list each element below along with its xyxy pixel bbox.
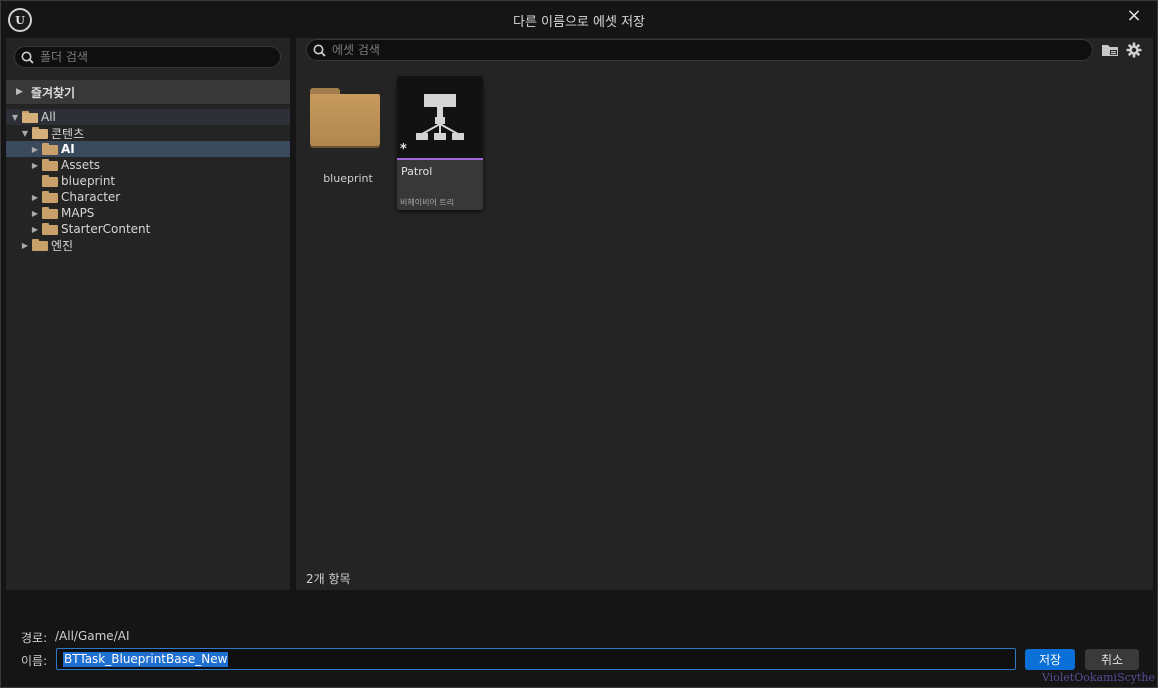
- expand-arrow-icon[interactable]: ▶: [16, 87, 23, 97]
- asset-tile-name: Patrol: [401, 165, 433, 178]
- path-label: 경로:: [21, 631, 48, 645]
- favorites-section[interactable]: ▶ 즐겨찾기: [6, 80, 290, 104]
- collapsed-arrow-icon[interactable]: ▶: [30, 225, 40, 234]
- tree-item-maps[interactable]: ▶ MAPS: [6, 205, 290, 221]
- folder-icon: [32, 239, 48, 251]
- save-asset-dialog: U 다른 이름으로 에셋 저장 × ▶ 즐겨찾기 ▼ All ▼: [0, 0, 1158, 688]
- collapsed-arrow-icon[interactable]: ▶: [30, 193, 40, 202]
- tree-item-blueprint[interactable]: blueprint: [6, 173, 290, 189]
- tree-item-label: Character: [61, 190, 121, 204]
- folder-tree: ▼ All ▼ 콘텐츠 ▶ AI ▶ Assets blueprint ▶ Ch…: [6, 109, 290, 253]
- tree-item-engine[interactable]: ▶ 엔진: [6, 237, 290, 253]
- asset-type-label: 비헤이비어 트리: [400, 198, 455, 207]
- tree-item-ai[interactable]: ▶ AI: [6, 141, 290, 157]
- tree-item-character[interactable]: ▶ Character: [6, 189, 290, 205]
- asset-tile-behavior-tree[interactable]: * Patrol 비헤이비어 트리: [397, 76, 483, 210]
- unsaved-badge: *: [400, 142, 407, 157]
- expanded-arrow-icon[interactable]: ▼: [10, 113, 20, 122]
- save-footer: 경로: /All/Game/AI 이름: BTTask_BlueprintBas…: [1, 591, 1157, 687]
- name-label: 이름:: [21, 654, 48, 668]
- tree-item-label: MAPS: [61, 206, 95, 220]
- folder-open-icon: [22, 111, 38, 123]
- item-count: 2개 항목: [306, 572, 351, 586]
- tree-item-label: blueprint: [61, 174, 116, 188]
- asset-search-input[interactable]: [332, 43, 1092, 57]
- folder-icon: [42, 159, 58, 171]
- folder-icon: [42, 191, 58, 203]
- collapsed-arrow-icon[interactable]: ▶: [20, 241, 30, 250]
- tree-item-startercontent[interactable]: ▶ StarterContent: [6, 221, 290, 237]
- dialog-title: 다른 이름으로 에셋 저장: [513, 15, 645, 30]
- tree-item-content[interactable]: ▼ 콘텐츠: [6, 125, 290, 141]
- folder-body: [310, 94, 380, 146]
- tree-item-label: AI: [61, 142, 75, 156]
- tree-item-label: All: [41, 110, 56, 124]
- asset-panel: blueprint * Patrol 비헤이비어 트리: [296, 38, 1153, 590]
- folder-icon: [42, 143, 58, 155]
- folder-icon: [42, 175, 58, 187]
- asset-search-box[interactable]: [306, 39, 1093, 61]
- folder-icon: [42, 207, 58, 219]
- favorites-label: 즐겨찾기: [30, 85, 76, 100]
- folder-view-icon[interactable]: [1101, 42, 1119, 58]
- search-icon: [21, 51, 34, 64]
- save-button[interactable]: 저장: [1025, 649, 1075, 670]
- collapsed-arrow-icon[interactable]: ▶: [30, 209, 40, 218]
- asset-thumbnail: [397, 76, 483, 158]
- tree-item-label: Assets: [61, 158, 101, 172]
- folder-search-box[interactable]: [14, 46, 281, 68]
- title-bar: U 다른 이름으로 에셋 저장 ×: [1, 1, 1157, 37]
- folder-search-input[interactable]: [40, 50, 280, 64]
- asset-type-color-strip: [397, 158, 483, 160]
- behavior-tree-icon: [416, 94, 464, 140]
- tree-item-all[interactable]: ▼ All: [6, 109, 290, 125]
- cancel-button[interactable]: 취소: [1085, 649, 1139, 670]
- watermark: VioletOokamiScythe: [1041, 671, 1155, 684]
- close-button[interactable]: ×: [1125, 7, 1143, 25]
- tree-item-assets[interactable]: ▶ Assets: [6, 157, 290, 173]
- folder-open-icon: [32, 127, 48, 139]
- search-icon: [313, 44, 326, 57]
- folder-panel: ▶ 즐겨찾기 ▼ All ▼ 콘텐츠 ▶ AI ▶ Assets: [6, 38, 290, 590]
- folder-icon: [42, 223, 58, 235]
- collapsed-arrow-icon[interactable]: ▶: [30, 145, 40, 154]
- asset-tile-folder[interactable]: blueprint: [306, 84, 390, 185]
- collapsed-arrow-icon[interactable]: ▶: [30, 161, 40, 170]
- tree-item-label: StarterContent: [61, 222, 151, 236]
- asset-tile-name: blueprint: [323, 172, 373, 185]
- path-value: /All/Game/AI: [55, 629, 130, 643]
- expanded-arrow-icon[interactable]: ▼: [20, 129, 30, 138]
- settings-gear-icon[interactable]: [1125, 42, 1143, 58]
- tree-item-label: 엔진: [51, 238, 74, 253]
- tree-item-label: 콘텐츠: [51, 126, 85, 141]
- folder-icon: [310, 88, 380, 146]
- asset-name-input[interactable]: [56, 648, 1016, 670]
